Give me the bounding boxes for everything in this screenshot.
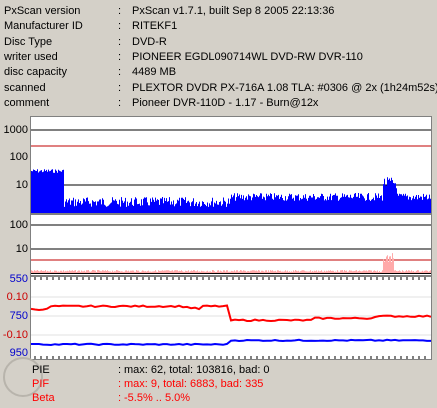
beta-graph-svg: [31, 277, 431, 359]
info-colon: :: [118, 20, 122, 32]
pie-graph-panel: 1000 100 10: [0, 116, 437, 214]
pif-y-axis: 100 10: [0, 214, 30, 276]
legend-beta-value: -5.5% .. 5.0%: [124, 392, 191, 404]
disc-info-panel: PxScan version: PxScan v1.7.1, built Sep …: [0, 0, 437, 112]
legend-row-beta: Beta : -5.5% .. 5.0%: [0, 391, 437, 405]
legend-row-pie: PIE : max: 62, total: 103816, bad: 0: [0, 363, 437, 377]
pie-graph-svg: [31, 129, 431, 213]
info-value: 4489 MB: [132, 66, 177, 78]
info-colon: :: [118, 51, 122, 63]
pie-tick-100: 100: [9, 151, 28, 163]
beta-red-series: [31, 304, 431, 323]
pie-fill-texture: [31, 169, 431, 213]
info-colon: :: [118, 5, 122, 17]
beta-plot-area: [30, 276, 432, 360]
info-key: Disc Type: [4, 36, 53, 48]
pif-graph-panel: 100 10: [0, 214, 437, 276]
info-key: writer used: [4, 51, 58, 63]
info-colon: :: [118, 82, 122, 94]
info-value: RITEKF1: [132, 20, 178, 32]
beta-blue-series: [31, 338, 431, 347]
beta-tick-550: 550: [9, 273, 28, 285]
beta-graph-panel: 550 0.10 750 -0.10 950: [0, 273, 437, 360]
info-key: disc capacity: [4, 66, 67, 78]
pif-data-series: [31, 253, 431, 273]
pie-data-series: [31, 169, 431, 213]
info-value: DVD-R: [132, 36, 167, 48]
legend-pie-value: max: 62, total: 103816, bad: 0: [124, 364, 270, 376]
legend-pif-value: max: 9, total: 6883, bad: 335: [124, 378, 264, 390]
info-colon: :: [118, 66, 122, 78]
info-colon: :: [118, 36, 122, 48]
info-value: Pioneer DVR-110D - 1.17 - Burn@12x: [132, 97, 319, 109]
info-key: comment: [4, 97, 50, 109]
pif-tick-100: 100: [9, 219, 28, 231]
legend-colon: :: [118, 378, 122, 390]
pif-tick-10: 10: [15, 243, 28, 255]
beta-tick-010: 0.10: [6, 291, 28, 303]
pif-graph-svg: [31, 224, 431, 274]
info-key: scanned: [4, 82, 46, 94]
graph-legend: PIE : max: 62, total: 103816, bad: 0 PIF…: [0, 362, 437, 408]
pie-tick-1000: 1000: [3, 124, 28, 136]
legend-beta-label: Beta: [32, 392, 55, 404]
legend-pif-label: PIF: [32, 378, 50, 390]
info-value: PxScan v1.7.1, built Sep 8 2005 22:13:36: [132, 5, 335, 17]
beta-gridlines: [31, 296, 431, 336]
pie-plot-area: [30, 116, 432, 214]
beta-y-axis: 550 0.10 750 -0.10 950: [0, 273, 30, 360]
pif-fill-texture: [31, 253, 431, 273]
legend-row-pif: PIF : max: 9, total: 6883, bad: 335: [0, 377, 437, 391]
beta-tick-750: 750: [9, 310, 28, 322]
info-colon: :: [118, 97, 122, 109]
pie-tick-10: 10: [15, 179, 28, 191]
pif-plot-area: [30, 214, 432, 276]
beta-tick-minus010: -0.10: [2, 329, 28, 341]
info-value: PLEXTOR DVDR PX-716A 1.08 TLA: #0306 @ 2…: [132, 82, 437, 94]
legend-colon: :: [118, 364, 122, 376]
legend-pie-label: PIE: [32, 364, 50, 376]
legend-colon: :: [118, 392, 122, 404]
pie-y-axis: 1000 100 10: [0, 116, 30, 214]
info-key: PxScan version: [4, 5, 81, 17]
info-key: Manufacturer ID: [4, 20, 83, 32]
info-value: PIONEER EGDL090714WL DVD-RW DVR-110: [132, 51, 363, 63]
